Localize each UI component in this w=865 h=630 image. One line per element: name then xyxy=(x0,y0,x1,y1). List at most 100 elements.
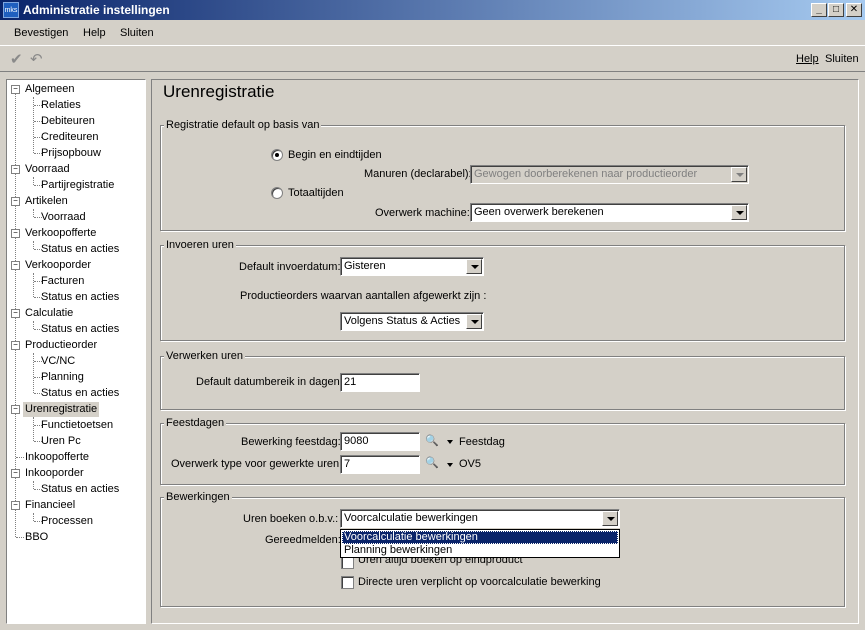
bewerking-feestdag-label: Bewerking feestdag: xyxy=(241,436,341,448)
group-invoeren-label: Invoeren uren xyxy=(164,239,236,251)
tree-line xyxy=(33,209,34,217)
group-feestdagen xyxy=(160,423,845,485)
radio-totaal-label: Totaaltijden xyxy=(288,187,344,199)
manuren-select[interactable]: Gewogen doorberekenen naar productieorde… xyxy=(470,165,749,184)
tree-line xyxy=(33,241,34,249)
tree-item-inkoopofferte[interactable]: Inkoopofferte xyxy=(25,450,89,465)
dropdown-arrow-icon[interactable] xyxy=(466,314,482,329)
manuren-label: Manuren (declarabel): xyxy=(364,168,472,180)
menu-bevestigen[interactable]: Bevestigen xyxy=(14,27,68,39)
tree-item-planning[interactable]: Planning xyxy=(41,370,84,385)
tree-item-urenregistratie[interactable]: Urenregistratie xyxy=(23,402,100,417)
bewerking-feestdag-desc: Feestdag xyxy=(459,436,505,448)
dropdown-arrow-icon[interactable] xyxy=(731,167,747,182)
toolbar-help-link[interactable]: Help xyxy=(796,53,819,65)
menu-help[interactable]: Help xyxy=(83,27,106,39)
expand-toggle-icon[interactable]: − xyxy=(11,469,20,478)
tree-item-algemeen[interactable]: Algemeen xyxy=(25,82,75,97)
datumbereik-input[interactable]: 21 xyxy=(340,373,420,392)
expand-toggle-icon[interactable]: − xyxy=(11,85,20,94)
invoerdatum-label: Default invoerdatum: xyxy=(239,261,341,273)
close-button[interactable]: ✕ xyxy=(846,3,862,17)
gereedmelden-label: Gereedmelden: xyxy=(265,534,341,546)
expand-toggle-icon[interactable]: − xyxy=(11,405,20,414)
tree-item-voorraad[interactable]: Voorraad xyxy=(25,162,70,177)
expand-toggle-icon[interactable]: − xyxy=(11,341,20,350)
lookup-search-icon[interactable]: 🔍 xyxy=(425,434,439,447)
overwerk-machine-select[interactable]: Geen overwerk berekenen xyxy=(470,203,749,222)
tree-line xyxy=(33,481,34,489)
tree-item-uren-pc[interactable]: Uren Pc xyxy=(41,434,81,449)
uren-boeken-select[interactable]: Voorcalculatie bewerkingen xyxy=(340,509,620,528)
tree-item-processen[interactable]: Processen xyxy=(41,514,93,529)
tree-item-calculatie-status[interactable]: Status en acties xyxy=(41,322,119,337)
expand-toggle-icon[interactable]: − xyxy=(11,309,20,318)
dropdown-arrow-icon[interactable] xyxy=(731,205,747,220)
app-icon: mks xyxy=(3,2,19,18)
radio-begin-eindtijden[interactable] xyxy=(271,149,283,161)
lookup-search-icon[interactable]: 🔍 xyxy=(425,456,439,469)
invoerdatum-select[interactable]: Gisteren xyxy=(340,257,484,276)
dropdown-option-voorcalculatie[interactable]: Voorcalculatie bewerkingen xyxy=(342,531,618,544)
radio-begin-label: Begin en eindtijden xyxy=(288,149,382,161)
group-bewerkingen-label: Bewerkingen xyxy=(164,491,232,503)
tree-item-facturen[interactable]: Facturen xyxy=(41,274,84,289)
confirm-check-icon[interactable]: ✔ xyxy=(10,50,23,68)
dropdown-arrow-icon[interactable] xyxy=(602,511,618,526)
minimize-button[interactable]: _ xyxy=(811,3,827,17)
tree-item-inkooporder[interactable]: Inkooporder xyxy=(25,466,84,481)
lookup-arrow-icon[interactable] xyxy=(447,440,453,444)
lookup-arrow-icon[interactable] xyxy=(447,463,453,467)
bewerking-feestdag-input[interactable]: 9080 xyxy=(340,432,420,451)
undo-icon[interactable]: ↶ xyxy=(30,50,43,68)
toolbar-close-link[interactable]: Sluiten xyxy=(825,53,859,65)
tree-item-prijsopbouw[interactable]: Prijsopbouw xyxy=(41,146,101,161)
tree-item-debiteuren[interactable]: Debiteuren xyxy=(41,114,95,129)
productieorders-select[interactable]: Volgens Status & Acties xyxy=(340,312,484,331)
overwerk-type-desc: OV5 xyxy=(459,458,482,470)
tree-line xyxy=(33,513,34,521)
overwerk-type-input[interactable]: 7 xyxy=(340,455,420,474)
expand-toggle-icon[interactable]: − xyxy=(11,197,20,206)
tree-item-verkoopofferte-status[interactable]: Status en acties xyxy=(41,242,119,257)
overwerk-machine-label: Overwerk machine: xyxy=(375,207,470,219)
tree-item-inkooporder-status[interactable]: Status en acties xyxy=(41,482,119,497)
tree-item-verkoopofferte[interactable]: Verkoopofferte xyxy=(25,226,96,241)
tree-item-vcnc[interactable]: VC/NC xyxy=(41,354,75,369)
tree-item-bbo[interactable]: BBO xyxy=(25,530,48,545)
overwerk-type-label: Overwerk type voor gewerkte uren: xyxy=(171,458,343,470)
tree-line xyxy=(33,353,34,393)
tree-item-productieorder-status[interactable]: Status en acties xyxy=(41,386,119,401)
tree-item-calculatie[interactable]: Calculatie xyxy=(25,306,73,321)
expand-toggle-icon[interactable]: − xyxy=(11,165,20,174)
expand-toggle-icon[interactable]: − xyxy=(11,501,20,510)
expand-toggle-icon[interactable]: − xyxy=(11,229,20,238)
tree-line xyxy=(16,457,24,458)
tree-item-verkooporder[interactable]: Verkooporder xyxy=(25,258,91,273)
tree-item-artikelen-voorraad[interactable]: Voorraad xyxy=(41,210,86,225)
page-title: Urenregistratie xyxy=(163,82,275,101)
tree-item-partijregistratie[interactable]: Partijregistratie xyxy=(41,178,114,193)
radio-totaaltijden[interactable] xyxy=(271,187,283,199)
settings-tree[interactable]: − Algemeen Relaties Debiteuren Crediteur… xyxy=(6,79,146,624)
group-feestdagen-label: Feestdagen xyxy=(164,417,227,429)
tree-item-financieel[interactable]: Financieel xyxy=(25,498,75,513)
dropdown-option-planning[interactable]: Planning bewerkingen xyxy=(342,544,618,557)
dropdown-arrow-icon[interactable] xyxy=(466,259,482,274)
tree-item-relaties[interactable]: Relaties xyxy=(41,98,81,113)
expand-toggle-icon[interactable]: − xyxy=(11,261,20,270)
tree-item-functietoetsen[interactable]: Functietoetsen xyxy=(41,418,113,433)
maximize-button[interactable]: □ xyxy=(828,3,844,17)
uren-boeken-dropdown-list: Voorcalculatie bewerkingen Planning bewe… xyxy=(340,529,620,558)
checkbox-directe-uren[interactable] xyxy=(341,576,354,589)
tree-item-verkooporder-status[interactable]: Status en acties xyxy=(41,290,119,305)
tree-item-productieorder[interactable]: Productieorder xyxy=(25,338,97,353)
title-bar: mks Administratie instellingen _ □ ✕ xyxy=(0,0,865,20)
tree-item-crediteuren[interactable]: Crediteuren xyxy=(41,130,98,145)
group-verwerken-label: Verwerken uren xyxy=(164,350,246,362)
menu-sluiten[interactable]: Sluiten xyxy=(120,27,154,39)
tree-line xyxy=(33,321,34,329)
tree-item-artikelen[interactable]: Artikelen xyxy=(25,194,68,209)
overwerk-machine-value: Geen overwerk berekenen xyxy=(474,206,604,218)
productieorders-label: Productieorders waarvan aantallen afgewe… xyxy=(240,290,487,302)
